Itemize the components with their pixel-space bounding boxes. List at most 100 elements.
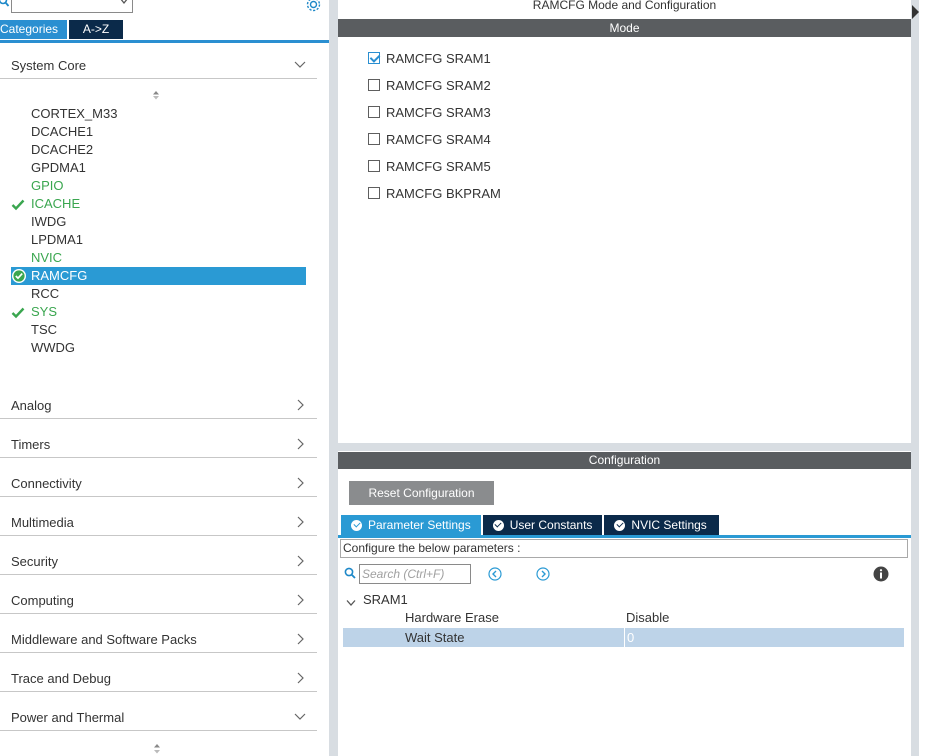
right-margin [919, 0, 948, 756]
parameter-name: Hardware Erase [405, 610, 499, 625]
category-middleware-and-software-packs[interactable]: Middleware and Software Packs [0, 614, 317, 653]
parameter-value[interactable]: Disable [626, 608, 669, 627]
peripheral-item-gpio[interactable]: GPIO [0, 177, 317, 195]
parameter-group-sram1[interactable]: SRAM1 [346, 590, 408, 608]
peripheral-label: GPIO [31, 178, 64, 193]
mode-option-ramcfg-sram2[interactable]: RAMCFG SRAM2 [368, 77, 491, 93]
category-trace-and-debug[interactable]: Trace and Debug [0, 653, 317, 692]
parameter-value[interactable]: 0 [624, 628, 634, 647]
mode-title: RAMCFG Mode and Configuration [532, 0, 717, 12]
search-icon[interactable] [0, 0, 10, 9]
mode-pane: RAMCFG Mode and Configuration Mode RAMCF… [338, 0, 911, 443]
gear-icon[interactable] [305, 0, 322, 13]
check-icon [11, 306, 25, 319]
previous-match-icon[interactable] [488, 567, 502, 581]
peripheral-item-dcache1[interactable]: DCACHE1 [0, 123, 317, 141]
peripheral-search-select[interactable] [11, 0, 133, 13]
checkbox[interactable] [368, 79, 380, 91]
category-analog[interactable]: Analog [0, 380, 317, 419]
parameter-name: Wait State [405, 630, 465, 645]
peripheral-label: NVIC [31, 250, 63, 265]
configuration-tabs: Parameter Settings User Constants NVIC S… [341, 515, 721, 535]
mode-option-label: RAMCFG SRAM3 [386, 104, 491, 120]
category-security[interactable]: Security [0, 536, 317, 575]
chevron-right-icon [293, 632, 307, 646]
peripheral-item-gpdma1[interactable]: GPDMA1 [0, 159, 317, 177]
category-timers[interactable]: Timers [0, 419, 317, 458]
mode-option-ramcfg-sram5[interactable]: RAMCFG SRAM5 [368, 158, 491, 174]
peripheral-item-dcache2[interactable]: DCACHE2 [0, 141, 317, 159]
configuration-header: Configuration [338, 452, 911, 469]
peripheral-label: GPDMA1 [31, 160, 86, 175]
chevron-right-icon [293, 671, 307, 685]
check-circle-icon [492, 519, 504, 531]
horizontal-splitter[interactable] [338, 443, 911, 451]
tab-a-to-z[interactable]: A->Z [69, 20, 123, 39]
peripheral-item-icache[interactable]: ICACHE [0, 195, 317, 213]
mode-option-ramcfg-bkpram[interactable]: RAMCFG BKPRAM [368, 185, 501, 201]
peripheral-item-lpdma1[interactable]: LPDMA1 [0, 231, 317, 249]
mode-option-label: RAMCFG SRAM5 [386, 158, 491, 174]
category-label: System Core [11, 58, 87, 73]
checkbox[interactable] [368, 133, 380, 145]
peripheral-item-ramcfg[interactable]: RAMCFG [11, 267, 306, 285]
peripheral-label: LPDMA1 [31, 232, 84, 247]
reset-configuration-button[interactable]: Reset Configuration [349, 481, 494, 505]
category-label: Power and Thermal [11, 710, 125, 725]
parameter-row-hardware-erase[interactable]: Hardware Erase Disable [343, 608, 904, 627]
chevron-right-icon [293, 515, 307, 529]
tab-parameter-settings[interactable]: Parameter Settings [341, 515, 481, 535]
category-label: Computing [11, 593, 74, 608]
checkbox[interactable] [368, 187, 380, 199]
mode-header: Mode [338, 19, 911, 37]
check-icon [11, 198, 25, 211]
parameter-row-wait-state[interactable]: Wait State 0 [343, 628, 904, 647]
category-connectivity[interactable]: Connectivity [0, 458, 317, 497]
chevron-right-icon [293, 437, 307, 451]
peripheral-item-cortex_m33[interactable]: CORTEX_M33 [0, 105, 317, 123]
chevron-down-icon [346, 595, 356, 606]
peripheral-label: WWDG [31, 340, 76, 355]
tab-label: User Constants [509, 518, 593, 532]
chevron-down-icon [293, 58, 307, 72]
tab-nvic-settings[interactable]: NVIC Settings [604, 515, 719, 535]
peripheral-label: DCACHE2 [31, 142, 94, 157]
checkbox[interactable] [368, 52, 380, 64]
category-power-and-thermal[interactable]: Power and Thermal [0, 692, 317, 731]
left-panel: Categories A->Z System Core CORTEX_M33 DC… [0, 0, 329, 756]
category-label: Timers [11, 437, 51, 452]
category-system-core[interactable]: System Core [0, 40, 317, 79]
info-icon[interactable] [873, 566, 889, 582]
scroll-up-icon[interactable] [150, 89, 162, 101]
scroll-down-icon[interactable] [151, 743, 163, 756]
mode-option-label: RAMCFG SRAM1 [386, 50, 491, 66]
peripheral-label: SYS [31, 304, 58, 319]
category-multimedia[interactable]: Multimedia [0, 497, 317, 536]
next-match-icon[interactable] [536, 567, 550, 581]
chevron-right-icon [293, 554, 307, 568]
category-computing[interactable]: Computing [0, 575, 317, 614]
chevron-right-icon [293, 593, 307, 607]
peripheral-item-nvic[interactable]: NVIC [0, 249, 317, 267]
mode-option-ramcfg-sram1[interactable]: RAMCFG SRAM1 [368, 50, 491, 66]
left-splitter[interactable] [329, 0, 338, 756]
peripheral-item-iwdg[interactable]: IWDG [0, 213, 317, 231]
mode-option-ramcfg-sram4[interactable]: RAMCFG SRAM4 [368, 131, 491, 147]
parameter-search-input[interactable] [359, 564, 471, 584]
peripheral-label: IWDG [31, 214, 67, 229]
category-label: Security [11, 554, 58, 569]
configuration-description: Configure the below parameters : [340, 539, 908, 558]
tab-user-constants[interactable]: User Constants [482, 515, 603, 535]
peripheral-item-sys[interactable]: SYS [0, 303, 317, 321]
checkbox[interactable] [368, 106, 380, 118]
tab-categories[interactable]: Categories [0, 20, 67, 39]
peripheral-item-tsc[interactable]: TSC [0, 321, 317, 339]
chevron-right-icon [293, 476, 307, 490]
parameter-search-row [344, 564, 904, 584]
right-scrollbar[interactable] [911, 0, 919, 756]
chevron-right-icon [293, 398, 307, 412]
peripheral-item-rcc[interactable]: RCC [0, 285, 317, 303]
peripheral-item-wwdg[interactable]: WWDG [0, 339, 317, 357]
checkbox[interactable] [368, 160, 380, 172]
mode-option-ramcfg-sram3[interactable]: RAMCFG SRAM3 [368, 104, 491, 120]
